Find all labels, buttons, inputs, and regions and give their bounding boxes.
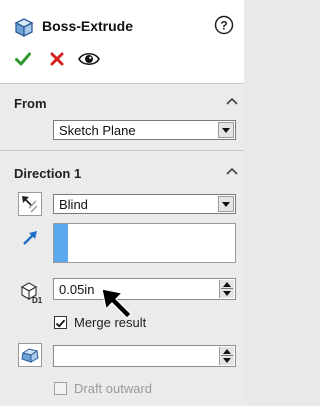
direction-selection-box[interactable] [53, 223, 236, 263]
end-condition-value: Blind [59, 197, 88, 212]
property-manager-panel: Boss-Extrude ? From Sketch Plane Directi… [0, 0, 244, 406]
depth-value: 0.05in [59, 282, 95, 297]
direction-arrow-icon [23, 231, 37, 245]
merge-result-checkbox[interactable] [54, 316, 67, 329]
draft-angle-input[interactable] [53, 345, 236, 367]
chevron-up-icon[interactable] [226, 167, 238, 175]
dropdown-arrow-icon[interactable] [218, 196, 234, 212]
draft-outward-label: Draft outward [74, 381, 153, 396]
draft-icon [21, 348, 39, 363]
chevron-up-icon[interactable] [226, 97, 238, 105]
from-section-label: From [14, 96, 47, 111]
draft-toggle-button[interactable] [18, 343, 42, 367]
direction1-section-header[interactable]: Direction 1 [0, 157, 244, 187]
mouse-cursor-icon [101, 288, 132, 319]
section-divider [0, 150, 244, 151]
close-icon [50, 52, 64, 66]
depth-input[interactable]: 0.05in [53, 278, 236, 300]
help-icon[interactable]: ? [214, 15, 234, 35]
depth-icon: D1 [20, 282, 42, 305]
start-condition-dropdown[interactable]: Sketch Plane [53, 120, 236, 140]
cancel-button[interactable] [50, 52, 64, 66]
svg-text:?: ? [220, 19, 227, 33]
end-condition-dropdown[interactable]: Blind [53, 194, 236, 214]
draft-outward-checkbox[interactable] [54, 382, 67, 395]
selection-active-indicator [54, 224, 68, 262]
preview-button[interactable] [78, 51, 100, 67]
property-manager-header: Boss-Extrude ? [0, 0, 244, 84]
reverse-direction-icon [22, 196, 38, 213]
spin-up-icon[interactable] [223, 349, 231, 354]
start-condition-value: Sketch Plane [59, 123, 136, 138]
direction1-section-label: Direction 1 [14, 166, 82, 181]
spin-down-icon[interactable] [223, 358, 231, 363]
depth-spinner[interactable] [219, 280, 234, 298]
boss-extrude-feature-icon [14, 18, 34, 38]
from-section-header[interactable]: From [0, 87, 244, 117]
feature-title: Boss-Extrude [42, 18, 134, 34]
checkmark-icon [55, 319, 66, 328]
dropdown-arrow-icon[interactable] [218, 122, 234, 138]
spin-up-icon[interactable] [223, 282, 231, 287]
draft-angle-spinner[interactable] [219, 347, 234, 365]
reverse-direction-button[interactable] [18, 192, 42, 216]
checkmark-icon [15, 52, 31, 66]
svg-text:D1: D1 [32, 296, 42, 305]
eye-icon [78, 52, 100, 66]
ok-button[interactable] [15, 52, 31, 66]
spin-down-icon[interactable] [223, 291, 231, 296]
